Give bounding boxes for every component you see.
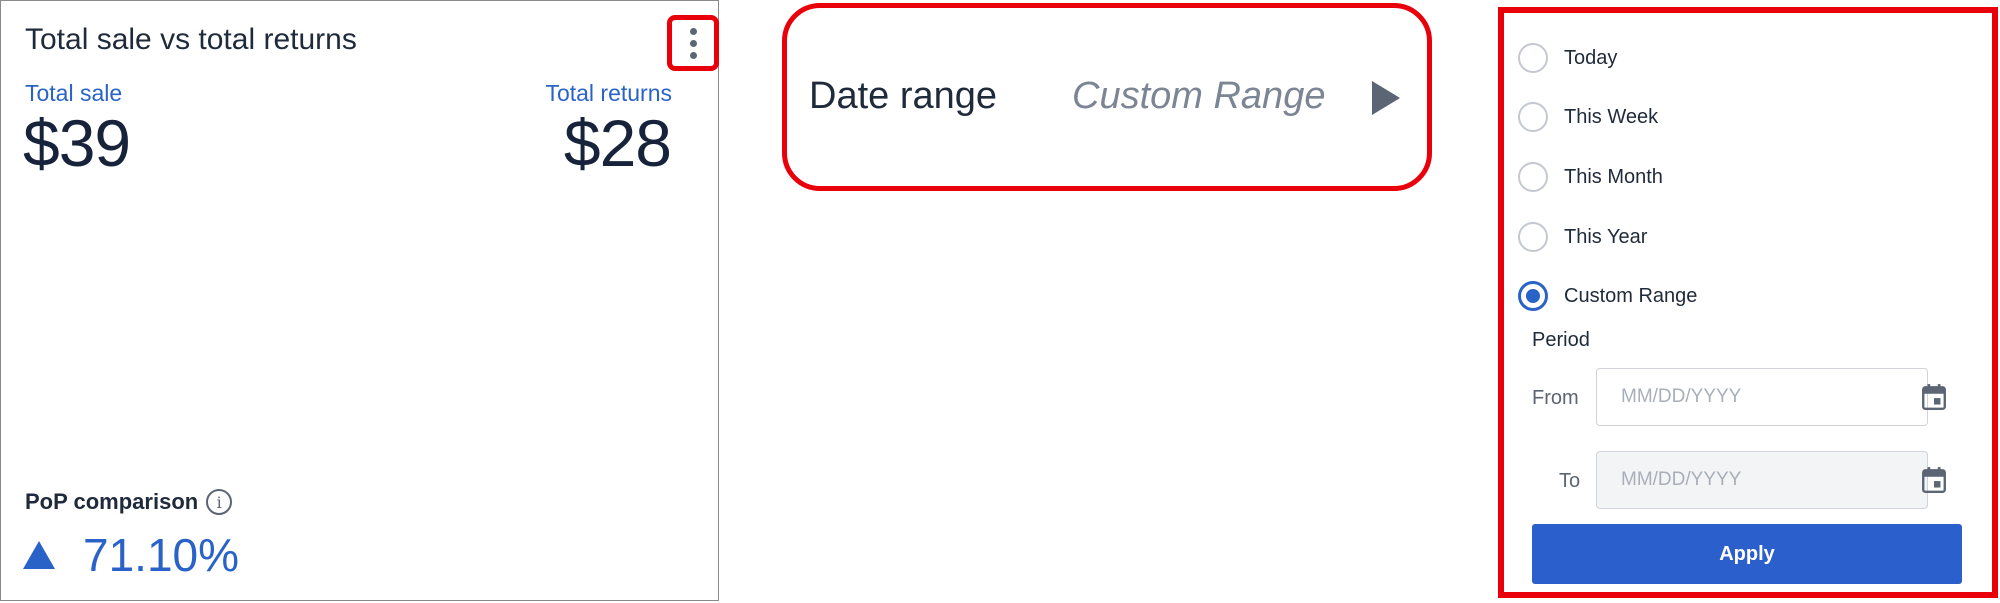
period-label: Period xyxy=(1532,329,1590,351)
pop-comparison-label: PoP comparison xyxy=(25,489,199,514)
pop-comparison-heading: PoP comparison i xyxy=(25,489,233,515)
total-sale-vs-returns-card: Total sale vs total returns Total sale $… xyxy=(0,0,719,601)
total-returns-value: $28 xyxy=(563,106,672,180)
date-range-options-panel: Today This Week This Month This Year Cus… xyxy=(1498,7,1998,598)
date-range-label: Date range xyxy=(809,75,998,117)
radio-button[interactable] xyxy=(1518,222,1548,252)
date-range-value: Custom Range xyxy=(1072,75,1326,117)
total-sale-label: Total sale xyxy=(25,80,123,106)
to-label: To xyxy=(1559,470,1581,492)
calendar-icon[interactable] xyxy=(1921,466,1947,494)
pop-comparison-value: 71.10% xyxy=(83,529,240,581)
radio-label: This Year xyxy=(1564,225,1648,248)
radio-option-today[interactable]: Today xyxy=(1518,43,1617,73)
from-date-input[interactable] xyxy=(1596,368,1928,426)
radio-option-this-year[interactable]: This Year xyxy=(1518,222,1647,252)
calendar-icon[interactable] xyxy=(1921,383,1947,411)
radio-option-custom-range[interactable]: Custom Range xyxy=(1518,281,1697,311)
card-menu-button[interactable] xyxy=(667,15,719,71)
radio-button-selected[interactable] xyxy=(1518,281,1548,311)
radio-label: Today xyxy=(1564,46,1618,69)
radio-label: Custom Range xyxy=(1564,284,1698,307)
apply-button[interactable]: Apply xyxy=(1532,524,1962,584)
total-returns-label: Total returns xyxy=(545,80,672,106)
info-icon[interactable]: i xyxy=(206,489,233,515)
from-label: From xyxy=(1532,387,1579,409)
more-vertical-icon xyxy=(689,27,697,59)
radio-option-this-month[interactable]: This Month xyxy=(1518,162,1663,192)
radio-button[interactable] xyxy=(1518,43,1548,73)
play-right-icon xyxy=(1372,81,1400,115)
trend-up-icon xyxy=(23,541,55,569)
radio-label: This Month xyxy=(1564,165,1663,188)
date-range-selector[interactable]: Date range Custom Range xyxy=(782,3,1432,191)
card-title: Total sale vs total returns xyxy=(25,23,357,56)
to-date-input[interactable] xyxy=(1596,451,1928,509)
total-sale-value: $39 xyxy=(23,106,131,180)
radio-option-this-week[interactable]: This Week xyxy=(1518,102,1658,132)
radio-button[interactable] xyxy=(1518,162,1548,192)
pop-comparison-row: 71.10% xyxy=(23,528,239,582)
radio-button[interactable] xyxy=(1518,102,1548,132)
radio-label: This Week xyxy=(1564,105,1659,128)
